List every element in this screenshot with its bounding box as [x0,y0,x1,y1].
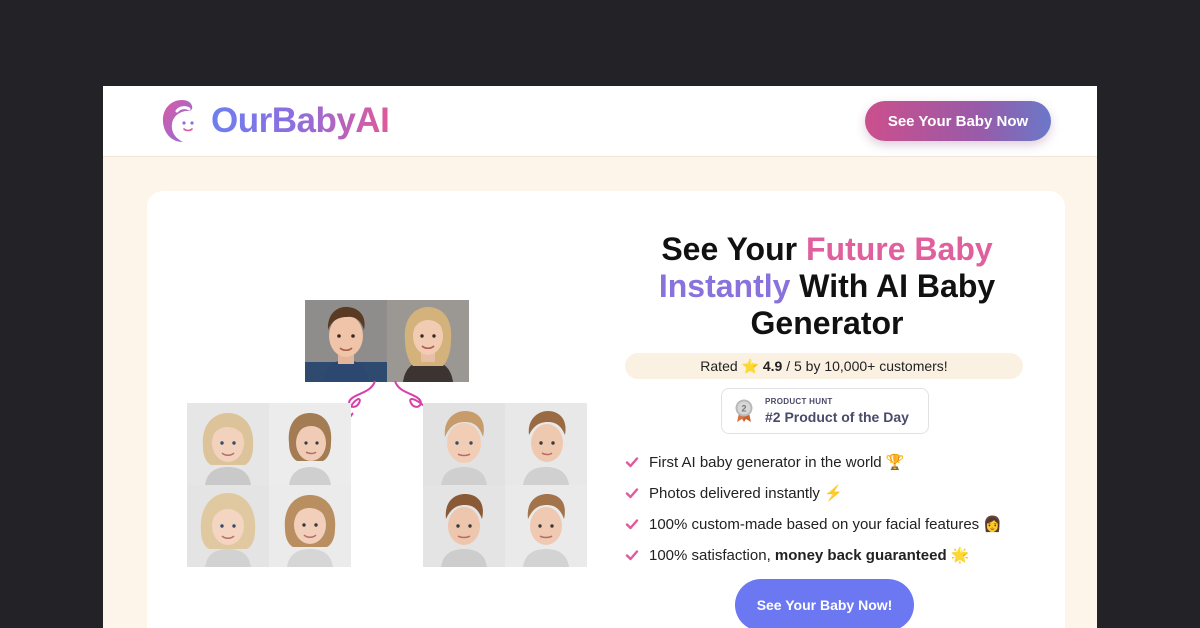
child-photo-boy-4 [505,485,587,567]
badge-label: PRODUCT HUNT [765,397,833,406]
title-text: See Your [661,231,806,267]
check-icon [625,518,639,529]
logo-text: OurBabyAI [211,100,390,140]
mother-photo [387,300,469,382]
title-highlight-future-baby: Future Baby [805,231,993,267]
child-photo-boy-1 [423,403,505,485]
check-icon [625,456,639,467]
feature-text: Photos delivered instantly ⚡ [649,484,843,502]
child-photo-boy-2 [505,403,587,485]
feature-list: First AI baby generator in the world 🏆 P… [625,446,1045,570]
rating-value: 4.9 [762,358,783,374]
page-frame: OurBabyAI See Your Baby Now See Your Fut… [103,86,1097,628]
logo[interactable]: OurBabyAI [160,98,390,143]
feature-item: First AI baby generator in the world 🏆 [625,446,1045,477]
feature-text: 100% custom-made based on your facial fe… [649,515,1003,533]
check-icon [625,549,639,560]
feature-item: 100% custom-made based on your facial fe… [625,508,1045,539]
baby-face-icon [162,100,200,142]
rating-bar: Rated ⭐ 4.9 / 5 by 10,000+ customers! [625,353,1023,379]
feature-item: 100% satisfaction, money back guaranteed… [625,539,1045,570]
product-hunt-badge[interactable]: 2 PRODUCT HUNT #2 Product of the Day [721,388,929,434]
child-photo-girl-3 [187,485,269,567]
medal-icon: 2 [735,399,753,422]
feature-text-bold: money back guaranteed [774,546,947,564]
hero-card: See Your Future Baby Instantly With AI Ba… [147,191,1065,628]
see-your-baby-now-button[interactable]: See Your Baby Now [865,101,1051,141]
child-photo-girl-2 [269,403,351,485]
rating-suffix: / 5 by 10,000+ customers! [782,358,948,374]
medal-rank: 2 [741,404,746,414]
feature-text: First AI baby generator in the world 🏆 [649,453,905,471]
see-your-baby-now-main-button[interactable]: See Your Baby Now! [735,579,914,628]
feature-text: 100% satisfaction, money back guaranteed… [649,546,970,564]
child-photo-girl-4 [269,485,351,567]
feature-text-start: 100% satisfaction, [649,546,775,564]
father-photo [305,300,387,382]
feature-text-end: 🌟 [946,546,970,564]
child-photo-boy-3 [423,485,505,567]
badge-text: #2 Product of the Day [765,409,909,425]
title-highlight-instantly: Instantly [658,268,791,304]
child-photo-girl-1 [187,403,269,485]
top-navbar: OurBabyAI See Your Baby Now [103,86,1097,157]
check-icon [625,487,639,498]
feature-item: Photos delivered instantly ⚡ [625,477,1045,508]
rating-prefix: Rated ⭐ [700,358,763,374]
hero-title: See Your Future Baby Instantly With AI Ba… [617,231,1037,342]
